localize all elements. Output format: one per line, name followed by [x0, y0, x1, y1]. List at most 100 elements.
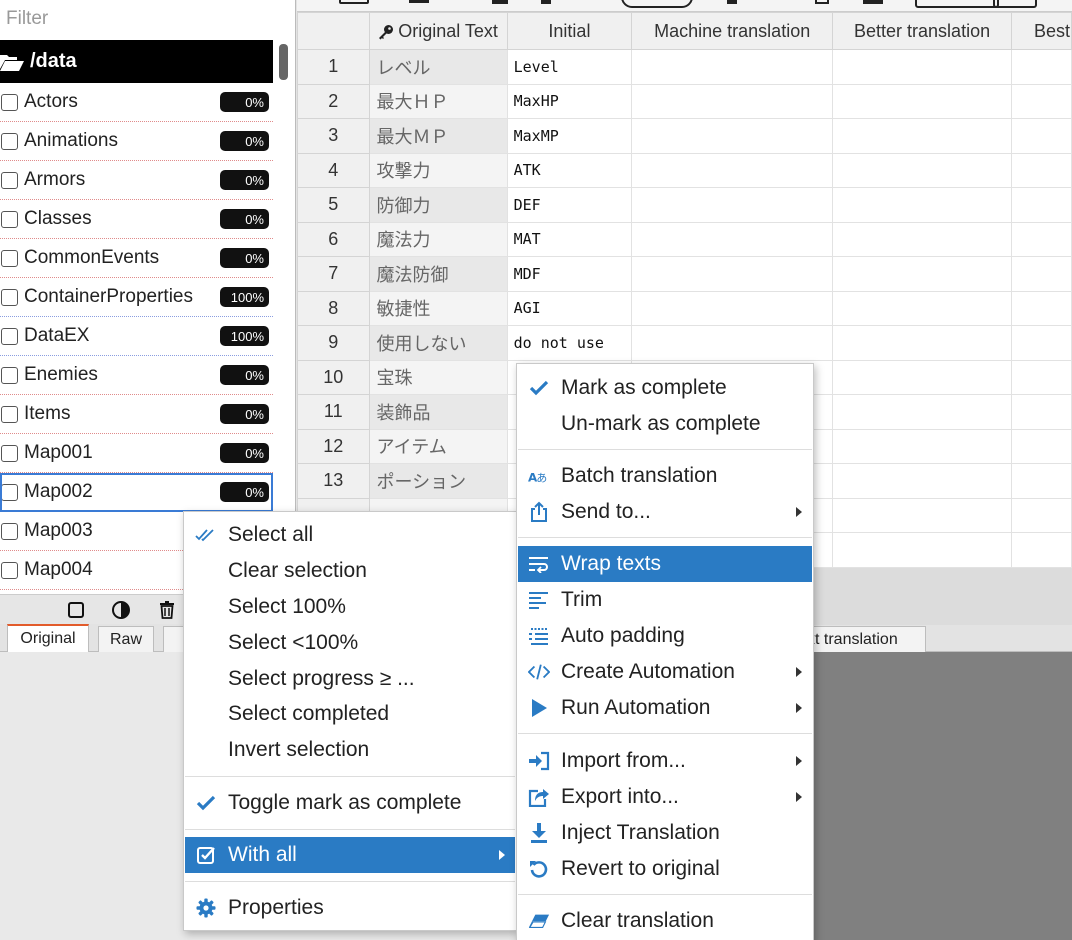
table-row[interactable]: 8 敏捷性 AGI: [297, 290, 1072, 326]
cell-better[interactable]: [832, 394, 1013, 430]
toolbar-button[interactable]: [541, 0, 551, 4]
cell-better[interactable]: [832, 428, 1013, 464]
file-item[interactable]: Map002 0%: [0, 473, 273, 512]
file-item[interactable]: Items 0%: [0, 395, 273, 434]
row-number[interactable]: 11: [297, 394, 370, 430]
file-checkbox[interactable]: [1, 93, 18, 111]
cell-initial[interactable]: do not use: [506, 325, 633, 361]
file-checkbox[interactable]: [1, 132, 18, 150]
file-item[interactable]: Armors 0%: [0, 161, 273, 200]
cell-original[interactable]: 防御力: [368, 187, 508, 223]
cell-best[interactable]: [1011, 532, 1072, 568]
menu-select-progress[interactable]: Select progress ≥ ...: [185, 661, 515, 697]
row-number[interactable]: 10: [297, 359, 370, 395]
toolbar-button[interactable]: [409, 0, 429, 3]
row-number[interactable]: 1: [297, 49, 370, 85]
menu-revert-original[interactable]: Revert to original: [518, 851, 812, 887]
row-number[interactable]: 5: [297, 187, 370, 223]
toolbar-button[interactable]: [915, 0, 999, 8]
cell-best[interactable]: [1011, 118, 1072, 154]
menu-send-to[interactable]: Send to...: [518, 494, 812, 530]
cell-original[interactable]: 装飾品: [368, 394, 508, 430]
file-item[interactable]: Map001 0%: [0, 434, 273, 473]
row-number[interactable]: 7: [297, 256, 370, 292]
cell-initial[interactable]: Level: [506, 49, 633, 85]
cell-initial[interactable]: MAT: [506, 221, 633, 257]
row-number[interactable]: 9: [297, 325, 370, 361]
cell-original[interactable]: 使用しない: [368, 325, 508, 361]
cell-original[interactable]: 魔法防御: [368, 256, 508, 292]
table-row[interactable]: 6 魔法力 MAT: [297, 221, 1072, 257]
row-number[interactable]: 4: [297, 152, 370, 188]
menu-clear-selection[interactable]: Clear selection: [185, 553, 515, 589]
cell-machine[interactable]: [631, 49, 834, 85]
file-checkbox[interactable]: [1, 288, 18, 306]
cell-better[interactable]: [832, 497, 1013, 533]
file-checkbox[interactable]: [1, 561, 18, 579]
cell-better[interactable]: [832, 221, 1013, 257]
col-header-rownum[interactable]: [297, 12, 370, 50]
cell-best[interactable]: [1011, 152, 1072, 188]
menu-auto-padding[interactable]: Auto padding: [518, 618, 812, 654]
menu-with-all[interactable]: With all: [185, 837, 515, 873]
cell-best[interactable]: [1011, 221, 1072, 257]
file-item[interactable]: Animations 0%: [0, 122, 273, 161]
table-row[interactable]: 3 最大ＭＰ MaxMP: [297, 118, 1072, 154]
cell-better[interactable]: [832, 152, 1013, 188]
cell-best[interactable]: [1011, 394, 1072, 430]
toolbar-button[interactable]: [815, 0, 829, 4]
trash-icon[interactable]: [157, 600, 177, 620]
menu-run-automation[interactable]: Run Automation: [518, 690, 812, 726]
file-item[interactable]: Enemies 0%: [0, 356, 273, 395]
cell-machine[interactable]: [631, 290, 834, 326]
table-row[interactable]: 9 使用しない do not use: [297, 325, 1072, 361]
file-checkbox[interactable]: [1, 171, 18, 189]
file-item[interactable]: Classes 0%: [0, 200, 273, 239]
cell-original[interactable]: ポーション: [368, 463, 508, 499]
menu-properties[interactable]: Properties: [185, 890, 515, 926]
cell-original[interactable]: アイテム: [368, 428, 508, 464]
cell-best[interactable]: [1011, 428, 1072, 464]
col-header-initial[interactable]: Initial: [506, 12, 633, 50]
file-item[interactable]: DataEX 100%: [0, 317, 273, 356]
table-row[interactable]: 5 防御力 DEF: [297, 187, 1072, 223]
row-number[interactable]: 12: [297, 428, 370, 464]
row-number[interactable]: 6: [297, 221, 370, 257]
tab-original[interactable]: Original: [7, 624, 89, 652]
row-number[interactable]: 13: [297, 463, 370, 499]
cell-better[interactable]: [832, 359, 1013, 395]
cell-better[interactable]: [832, 463, 1013, 499]
toolbar-button[interactable]: [621, 0, 693, 8]
cell-best[interactable]: [1011, 359, 1072, 395]
file-item[interactable]: CommonEvents 0%: [0, 239, 273, 278]
cell-better[interactable]: [832, 187, 1013, 223]
cell-original[interactable]: 最大ＭＰ: [368, 118, 508, 154]
cell-machine[interactable]: [631, 221, 834, 257]
file-checkbox[interactable]: [1, 210, 18, 228]
cell-machine[interactable]: [631, 325, 834, 361]
cell-best[interactable]: [1011, 463, 1072, 499]
menu-toggle-mark[interactable]: Toggle mark as complete: [185, 785, 515, 821]
toolbar-button[interactable]: [993, 0, 1037, 8]
table-row[interactable]: 1 レベル Level: [297, 49, 1072, 85]
col-header-machine[interactable]: Machine translation: [631, 12, 834, 50]
cell-machine[interactable]: [631, 256, 834, 292]
cell-better[interactable]: [832, 118, 1013, 154]
menu-mark-complete[interactable]: Mark as complete: [518, 370, 812, 406]
cell-initial[interactable]: AGI: [506, 290, 633, 326]
cell-original[interactable]: 攻撃力: [368, 152, 508, 188]
file-item[interactable]: ContainerProperties 100%: [0, 278, 273, 317]
cell-initial[interactable]: MDF: [506, 256, 633, 292]
menu-wrap-texts[interactable]: Wrap texts: [518, 546, 812, 582]
cell-original[interactable]: 宝珠: [368, 359, 508, 395]
toolbar-button[interactable]: [492, 0, 508, 4]
file-item[interactable]: Actors 0%: [0, 83, 273, 122]
row-number[interactable]: 8: [297, 290, 370, 326]
sidebar-scrollbar[interactable]: [279, 44, 288, 80]
menu-select-100[interactable]: Select 100%: [185, 589, 515, 625]
cell-best[interactable]: [1011, 49, 1072, 85]
tab-context-translation[interactable]: xt translation: [796, 626, 926, 652]
cell-better[interactable]: [832, 532, 1013, 568]
cell-original[interactable]: 最大ＨＰ: [368, 83, 508, 119]
file-checkbox[interactable]: [1, 483, 18, 501]
